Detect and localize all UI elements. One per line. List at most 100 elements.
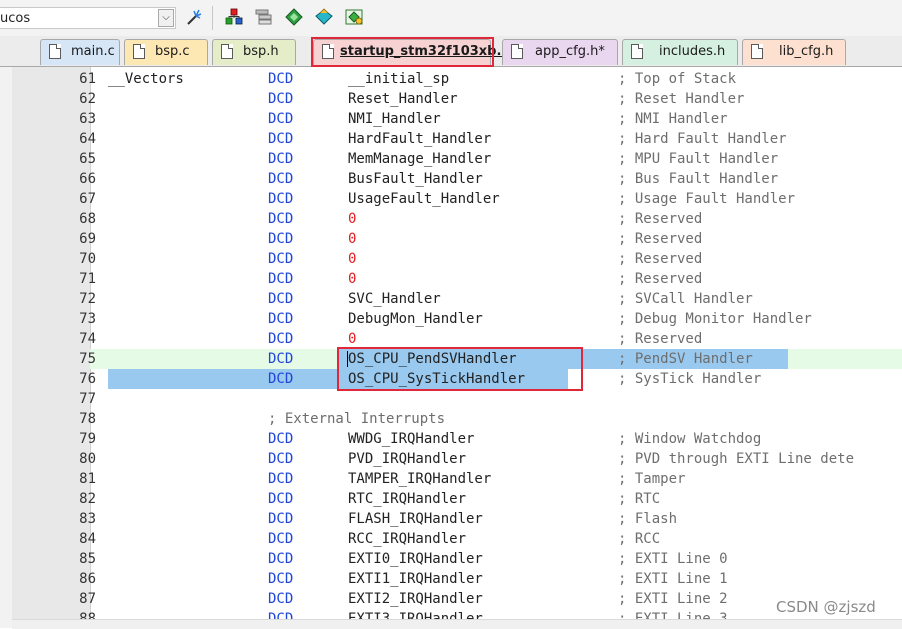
line-number: 74 — [79, 331, 96, 347]
line-number: 64 — [79, 131, 96, 147]
toolbar-separator — [212, 6, 213, 30]
code-line[interactable]: 73 DCD DebugMon_Handler ; Debug Monitor Han… — [12, 309, 902, 329]
code-operand: 0 — [348, 271, 357, 287]
tab-includes-h[interactable]: includes.h — [622, 39, 738, 65]
target-select[interactable]: ucos ⌵ — [0, 7, 176, 29]
file-icon — [221, 44, 233, 59]
code-line[interactable]: 82 DCD RTC_IRQHandler ; RTC — [12, 489, 902, 509]
code-line[interactable]: 84 DCD RCC_IRQHandler ; RCC — [12, 529, 902, 549]
code-line[interactable]: 83 DCD FLASH_IRQHandler ; Flash — [12, 509, 902, 529]
code-comment: ; Reserved — [618, 211, 703, 227]
code-comment: ; SysTick Handler — [618, 371, 762, 387]
code-line[interactable]: 79 DCD WWDG_IRQHandler ; Window Watchdog — [12, 429, 902, 449]
code-directive: DCD — [268, 171, 294, 187]
code-editor[interactable]: 61 __Vectors DCD __initial_sp ; Top of Stack… — [0, 67, 902, 629]
code-comment: ; Flash — [618, 511, 678, 527]
code-directive: DCD — [268, 131, 294, 147]
code-directive: ; External Interrupts — [268, 411, 446, 427]
line-number: 81 — [79, 471, 96, 487]
code-line[interactable]: 80 DCD PVD_IRQHandler ; PVD through EXTI Li… — [12, 449, 902, 469]
code-comment: ; PVD through EXTI Line dete — [618, 451, 855, 467]
code-comment: ; RCC — [618, 531, 661, 547]
line-number: 65 — [79, 151, 96, 167]
code-directive: DCD — [268, 531, 294, 547]
code-directive: DCD — [268, 371, 294, 387]
line-number: 66 — [79, 171, 96, 187]
code-line[interactable]: 86 DCD EXTI1_IRQHandler ; EXTI Line 1 — [12, 569, 902, 589]
code-directive: DCD — [268, 271, 294, 287]
code-directive: DCD — [268, 431, 294, 447]
code-line[interactable]: 66 DCD BusFault_Handler ; Bus Fault Handler — [12, 169, 902, 189]
code-directive: DCD — [268, 291, 294, 307]
code-line[interactable]: 85 DCD EXTI0_IRQHandler ; EXTI Line 0 — [12, 549, 902, 569]
code-line[interactable]: 77 — [12, 389, 902, 409]
line-number: 86 — [79, 571, 96, 587]
code-line[interactable]: 72 DCD SVC_Handler ; SVCall Handler — [12, 289, 902, 309]
line-number: 80 — [79, 451, 96, 467]
code-comment: ; MPU Fault Handler — [618, 151, 779, 167]
code-operand: WWDG_IRQHandler — [348, 431, 475, 447]
code-directive: DCD — [268, 571, 294, 587]
code-line[interactable]: 87 DCD EXTI2_IRQHandler ; EXTI Line 2 — [12, 589, 902, 609]
code-operand: EXTI1_IRQHandler — [348, 571, 483, 587]
tab-bsp-c[interactable]: bsp.c — [124, 39, 208, 65]
code-line[interactable]: 61 __Vectors DCD __initial_sp ; Top of Stack — [12, 69, 902, 89]
tab-main-c[interactable]: main.c — [40, 39, 120, 65]
line-number: 61 — [79, 71, 96, 87]
line-number: 69 — [79, 231, 96, 247]
multi-project-icon[interactable] — [254, 7, 274, 27]
tab-bsp-h[interactable]: bsp.h — [212, 39, 296, 65]
code-comment: ; Reserved — [618, 331, 703, 347]
code-comment: ; SVCall Handler — [618, 291, 753, 307]
manage-components-icon[interactable] — [224, 7, 244, 27]
code-directive: DCD — [268, 331, 294, 347]
code-operand: UsageFault_Handler — [348, 191, 500, 207]
code-comment: ; Bus Fault Handler — [618, 171, 779, 187]
line-number: 79 — [79, 431, 96, 447]
code-directive: DCD — [268, 491, 294, 507]
code-line[interactable]: 74 DCD 0 ; Reserved — [12, 329, 902, 349]
line-number: 71 — [79, 271, 96, 287]
select-packs-icon[interactable] — [284, 7, 304, 27]
tab-label: app_cfg.h* — [535, 44, 605, 59]
line-number: 63 — [79, 111, 96, 127]
line-number: 83 — [79, 511, 96, 527]
code-operand: BusFault_Handler — [348, 171, 483, 187]
code-directive: DCD — [268, 111, 294, 127]
code-directive: DCD — [268, 91, 294, 107]
code-comment: ; PendSV Handler — [618, 351, 753, 367]
code-directive: DCD — [268, 311, 294, 327]
code-line[interactable]: 64 DCD HardFault_Handler ; Hard Fault Handl… — [12, 129, 902, 149]
code-line[interactable]: 68 DCD 0 ; Reserved — [12, 209, 902, 229]
code-line[interactable]: 71 DCD 0 ; Reserved — [12, 269, 902, 289]
tab-app-cfg-h[interactable]: app_cfg.h* — [502, 39, 618, 65]
tab-lib-cfg-h[interactable]: lib_cfg.h — [742, 39, 846, 65]
code-line[interactable]: 67 DCD UsageFault_Handler ; Usage Fault Han… — [12, 189, 902, 209]
code-line[interactable]: 65 DCD MemManage_Handler ; MPU Fault Handle… — [12, 149, 902, 169]
file-icon — [631, 44, 643, 59]
code-comment: ; EXTI Line 0 — [618, 551, 728, 567]
code-directive: DCD — [268, 251, 294, 267]
code-operand: MemManage_Handler — [348, 151, 492, 167]
code-line[interactable]: 81 DCD TAMPER_IRQHandler ; Tamper — [12, 469, 902, 489]
options-for-target-icon[interactable] — [184, 7, 204, 27]
chevron-down-icon[interactable]: ⌵ — [158, 9, 174, 27]
code-line[interactable]: 63 DCD NMI_Handler ; NMI Handler — [12, 109, 902, 129]
code-comment: ; EXTI Line 2 — [618, 591, 728, 607]
code-line[interactable]: 78 ; External Interrupts — [12, 409, 902, 429]
line-number: 76 — [79, 371, 96, 387]
code-operand: TAMPER_IRQHandler — [348, 471, 492, 487]
code-line[interactable]: 69 DCD 0 ; Reserved — [12, 229, 902, 249]
code-operand: __initial_sp — [348, 71, 450, 87]
line-number: 70 — [79, 251, 96, 267]
line-number: 72 — [79, 291, 96, 307]
tab-label: main.c — [71, 44, 115, 59]
code-label: __Vectors — [108, 71, 184, 87]
tab-label: lib_cfg.h — [779, 44, 834, 59]
code-line[interactable]: 62 DCD Reset_Handler ; Reset Handler — [12, 89, 902, 109]
pack-installer-icon[interactable] — [314, 7, 334, 27]
code-directive: DCD — [268, 191, 294, 207]
code-line[interactable]: 70 DCD 0 ; Reserved — [12, 249, 902, 269]
code-operand: SVC_Handler — [348, 291, 441, 307]
manage-run-time-icon[interactable] — [344, 7, 364, 27]
